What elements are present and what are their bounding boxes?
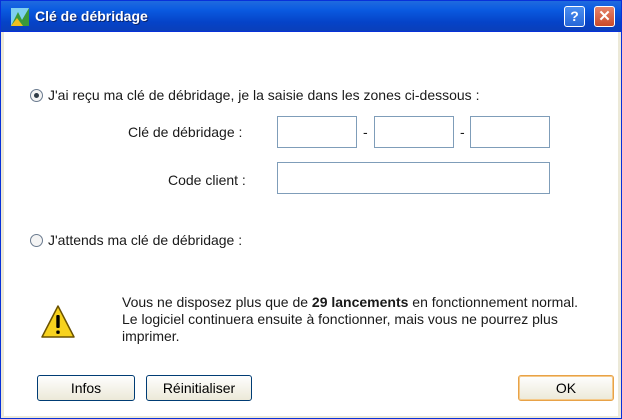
- option-received-key-label[interactable]: J'ai reçu ma clé de débridage, je la sai…: [48, 87, 479, 103]
- ok-button[interactable]: OK: [518, 375, 614, 401]
- dialog-body: J'ai reçu ma clé de débridage, je la sai…: [4, 32, 618, 416]
- key-label: Clé de débridage :: [128, 124, 243, 140]
- dialog-window: Clé de débridage ? ✕ J'ai reçu ma clé de…: [0, 0, 622, 419]
- app-logo-icon: [11, 8, 29, 26]
- launch-count: 29 lancements: [311, 294, 409, 310]
- radio-received-key[interactable]: [30, 89, 43, 102]
- warning-line1-post: en fonctionnement normal.: [408, 294, 579, 310]
- warning-message: Vous ne disposez plus que de 29 lancemen…: [122, 294, 612, 345]
- title-bar[interactable]: Clé de débridage ? ✕: [1, 1, 621, 32]
- key-separator-1: -: [363, 124, 368, 140]
- key-separator-2: -: [460, 124, 465, 140]
- key-part-1-input[interactable]: [277, 116, 357, 148]
- client-code-label: Code client :: [168, 172, 246, 188]
- close-button[interactable]: ✕: [594, 6, 615, 27]
- warning-icon: [41, 305, 75, 338]
- reset-button[interactable]: Réinitialiser: [146, 375, 252, 401]
- radio-waiting-key[interactable]: [30, 234, 43, 247]
- help-button[interactable]: ?: [564, 6, 585, 27]
- client-code-input[interactable]: [277, 162, 550, 194]
- warning-line1-pre: Vous ne disposez plus que de: [122, 294, 312, 310]
- infos-button[interactable]: Infos: [37, 375, 135, 401]
- window-title: Clé de débridage: [35, 8, 148, 24]
- key-part-3-input[interactable]: [470, 116, 550, 148]
- key-part-2-input[interactable]: [374, 116, 454, 148]
- option-waiting-key-label[interactable]: J'attends ma clé de débridage :: [48, 232, 242, 248]
- warning-line2: Le logiciel continuera ensuite à fonctio…: [122, 311, 558, 344]
